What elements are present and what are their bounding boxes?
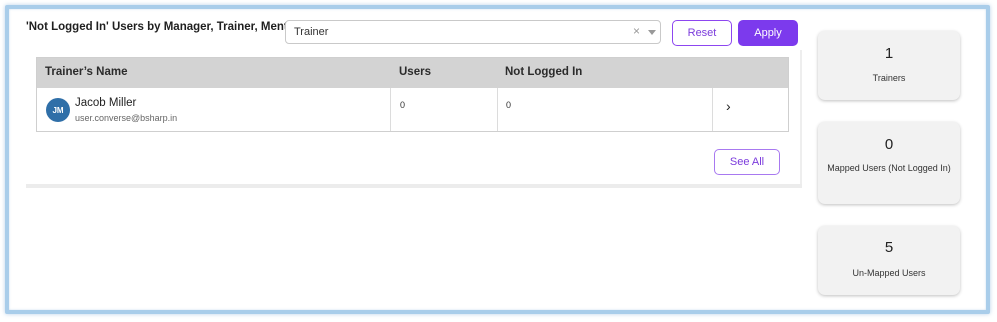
stat-value: 1	[884, 45, 894, 62]
stat-label: Mapped Users (Not Logged In)	[827, 163, 951, 173]
stat-label: Un-Mapped Users	[852, 268, 926, 278]
see-all-button[interactable]: See All	[714, 149, 780, 175]
reset-button[interactable]: Reset	[672, 20, 732, 46]
not-logged-in-count: 0	[506, 100, 512, 110]
chevron-down-icon[interactable]	[648, 30, 656, 35]
column-header-users: Users	[399, 66, 431, 78]
panel-bottom-edge	[26, 184, 802, 188]
stat-value: 5	[884, 239, 894, 256]
panel-divider	[800, 50, 802, 188]
column-header-not-logged-in: Not Logged In	[505, 66, 583, 78]
column-header-name: Trainer’s Name	[45, 66, 128, 78]
apply-button[interactable]: Apply	[738, 20, 798, 46]
table-row	[37, 88, 788, 131]
stat-card-unmapped-users: 5 Un-Mapped Users	[818, 226, 960, 295]
role-select-value: Trainer	[294, 26, 329, 38]
widget-title: 'Not Logged In' Users by Manager, Traine…	[26, 21, 300, 33]
trainer-name: Jacob Miller	[75, 97, 137, 109]
role-select[interactable]: Trainer ×	[285, 20, 661, 44]
trainer-table: Trainer’s Name Users Not Logged In JM Ja…	[36, 57, 789, 132]
table-header: Trainer’s Name Users Not Logged In	[37, 58, 788, 88]
stat-value: 0	[884, 136, 894, 153]
cell-divider	[712, 88, 713, 131]
cell-divider	[390, 88, 391, 131]
trainer-email: user.converse@bsharp.in	[75, 113, 178, 123]
clear-icon[interactable]: ×	[633, 24, 640, 38]
chevron-right-icon[interactable]: ›	[726, 98, 731, 114]
avatar: JM	[46, 98, 70, 122]
stat-card-trainers: 1 Trainers	[818, 31, 960, 100]
stat-card-mapped-users: 0 Mapped Users (Not Logged In)	[818, 122, 960, 204]
cell-divider	[497, 88, 498, 131]
stat-label: Trainers	[872, 73, 906, 83]
users-count: 0	[400, 100, 406, 110]
